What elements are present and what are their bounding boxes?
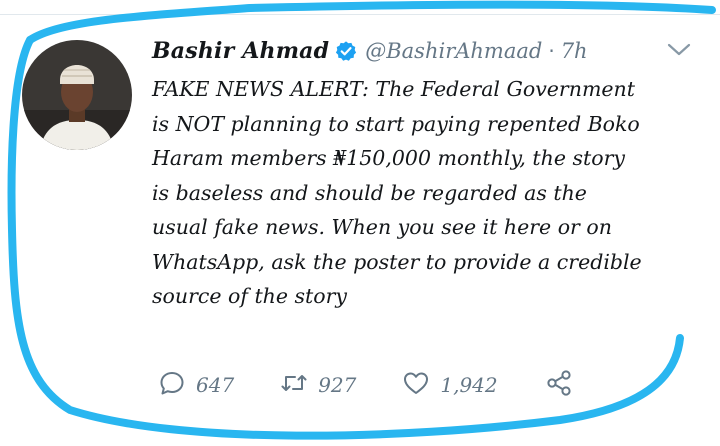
share-icon	[544, 368, 574, 402]
avatar[interactable]	[22, 40, 132, 150]
share-button[interactable]	[544, 368, 574, 402]
separator-dot: ·	[548, 39, 555, 63]
retweet-icon	[280, 369, 308, 401]
tweet-actions: 647 927 1,942	[158, 365, 620, 405]
author-handle[interactable]: @BashirAhmaad	[365, 39, 542, 63]
reply-button[interactable]: 647	[158, 369, 234, 401]
chevron-down-icon[interactable]	[665, 40, 693, 60]
like-button[interactable]: 1,942	[402, 369, 498, 401]
like-count: 1,942	[440, 373, 498, 397]
retweet-button[interactable]: 927	[280, 369, 356, 401]
reply-icon	[158, 369, 186, 401]
reply-count: 647	[196, 373, 235, 397]
author-name[interactable]: Bashir Ahmad	[152, 38, 329, 64]
tweet-text: FAKE NEWS ALERT: The Federal Government …	[152, 77, 642, 308]
verified-badge-icon	[335, 40, 357, 62]
tweet-timestamp[interactable]: 7h	[561, 39, 588, 63]
heart-icon	[402, 369, 430, 401]
tweet-header: Bashir Ahmad @BashirAhmaad · 7h	[152, 34, 588, 68]
retweet-count: 927	[318, 373, 357, 397]
